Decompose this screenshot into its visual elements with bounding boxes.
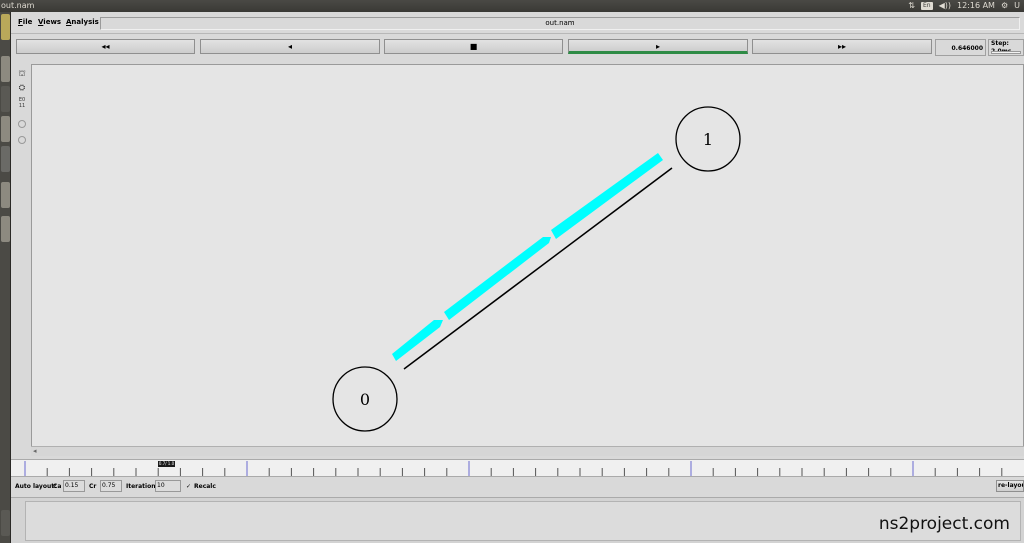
cr-input[interactable]: 0.75 [100,480,122,492]
watermark: ns2project.com [878,514,1010,534]
node-0-label: 0 [360,390,370,409]
packet-3[interactable] [551,153,663,239]
menu-analysis[interactable]: Analysis [66,18,99,26]
panel-app-title: out.nam [1,1,35,10]
monitor-tool-icon[interactable] [18,120,26,128]
topology-canvas[interactable]: 0 1 [31,64,1024,456]
link-0-1[interactable] [403,167,673,370]
top-panel: out.nam ⇅ En ◀)) 12:16 AM ⚙ U [0,0,1024,12]
menu-views[interactable]: Views [38,18,61,26]
edit-tool-label-bottom[interactable]: 11 [16,104,28,115]
annotation-panel [11,497,1024,543]
clock[interactable]: 12:16 AM [957,0,995,12]
launcher-app-icon[interactable] [1,216,10,242]
zoom-in-tool-icon[interactable]: ⛫ [16,68,28,79]
user-menu[interactable]: U [1014,0,1020,12]
auto-layout-bar: Auto layout: Ca 0.15 Cr 0.75 Iterations … [11,478,1024,495]
system-tray: ⇅ En ◀)) 12:16 AM ⚙ U [908,0,1020,12]
node-0[interactable]: 0 [332,366,398,432]
ca-input[interactable]: 0.15 [63,480,85,492]
monitor-tool-icon[interactable] [18,136,26,144]
packet-1[interactable] [392,320,443,361]
iterations-input[interactable]: 10 [155,480,181,492]
recalc-label: Recalc [194,483,216,490]
canvas-horizontal-scrollbar[interactable]: ◂ [31,446,1024,456]
node-1-label: 1 [703,130,713,149]
launcher-app-icon[interactable] [1,14,10,40]
timeline-marker[interactable]: 0.7/ 1.0 [158,461,175,467]
cr-label: Cr [89,483,97,490]
rewind-button[interactable]: ◂◂ [16,39,195,54]
play-button[interactable]: ▸ [568,39,748,54]
keyboard-layout-indicator[interactable]: En [920,2,933,10]
menu-file[interactable]: File [18,18,32,26]
launcher-trash-icon[interactable] [1,510,10,536]
screen: out.nam ⇅ En ◀)) 12:16 AM ⚙ U File Views… [0,0,1024,543]
fast-forward-button[interactable]: ▸▸ [752,39,932,54]
node-1[interactable]: 1 [675,106,741,172]
launcher-app-icon[interactable] [1,56,10,82]
volume-icon[interactable]: ◀)) [939,0,951,12]
network-icon[interactable]: ⇅ [908,0,915,12]
window-title: out.nam [100,17,1020,30]
launcher-app-icon[interactable] [1,116,10,142]
relayout-button[interactable]: re-layout [996,480,1024,492]
ca-label: Ca [53,483,62,490]
stop-button[interactable]: ■ [384,39,563,54]
auto-layout-label: Auto layout: [15,483,57,490]
timeline[interactable]: 0.7/ 1.0 [11,459,1024,477]
launcher [0,12,11,543]
launcher-app-icon[interactable] [1,146,10,172]
time-display: 0.646000 [935,39,986,56]
annotation-list[interactable] [25,501,1021,541]
side-toolbar: ⛫ ⛭ E0 11 [14,66,30,456]
scroll-left-icon[interactable]: ◂ [33,447,37,455]
launcher-app-icon[interactable] [1,86,10,112]
settings-gear-icon[interactable]: ⚙ [1001,0,1008,12]
playback-controls: ◂◂ ◂ ■ ▸ ▸▸ 0.646000 Step: 2.0ms [11,35,1024,60]
zoom-out-tool-icon[interactable]: ⛭ [16,82,28,93]
nam-window: File Views Analysis out.nam ◂◂ ◂ ■ ▸ ▸▸ … [11,12,1024,543]
menu-bar: File Views Analysis out.nam [11,12,1024,34]
launcher-app-icon[interactable] [1,182,10,208]
step-control[interactable]: Step: 2.0ms [988,39,1024,56]
step-back-button[interactable]: ◂ [200,39,380,54]
step-slider[interactable] [991,51,1021,54]
recalc-checkbox[interactable]: ✓ [186,483,191,490]
topology-svg: 0 1 [332,106,741,432]
packet-2[interactable] [444,237,551,320]
